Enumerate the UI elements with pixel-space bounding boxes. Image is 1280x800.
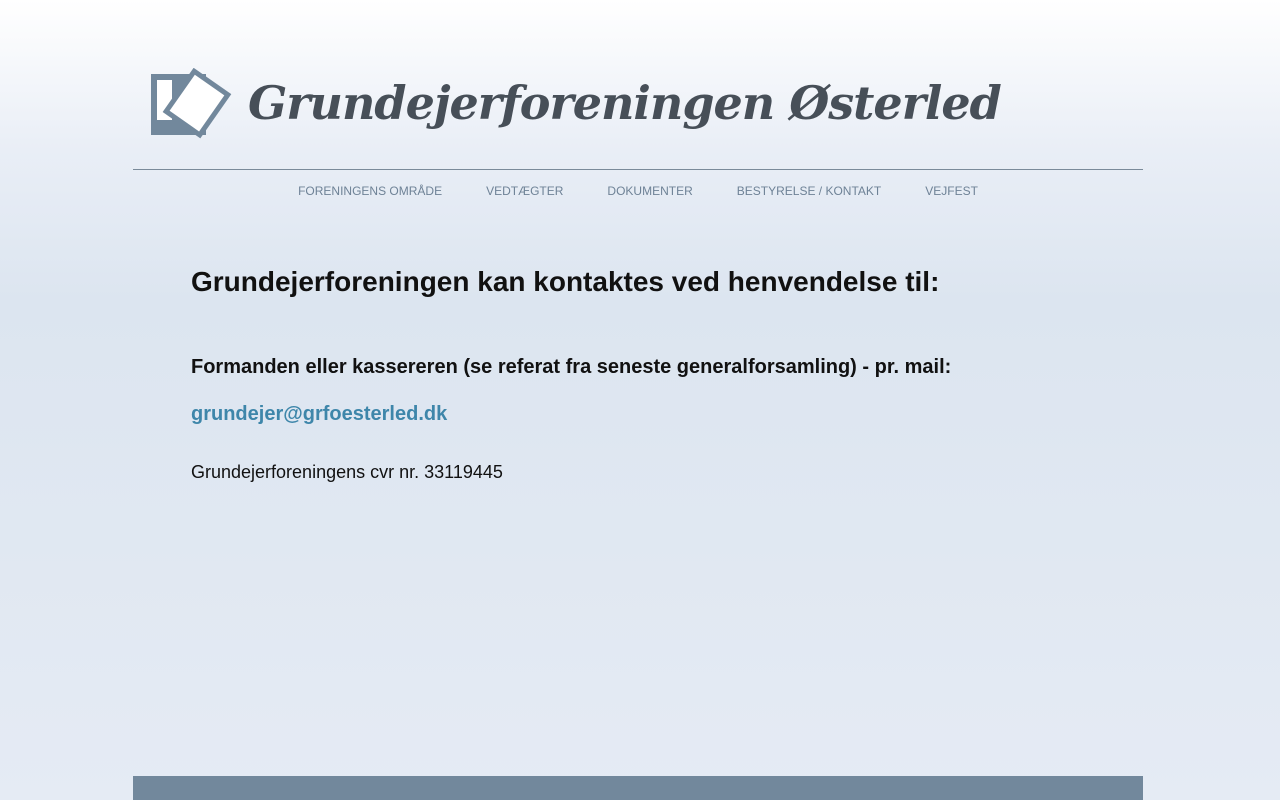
email-link[interactable]: grundejer@grfoesterled.dk [191,403,1091,426]
nav-dokumenter[interactable]: DOKUMENTER [607,184,692,198]
nav-vedtaegter[interactable]: VEDTÆGTER [486,184,563,198]
main-content: Grundejerforeningen kan kontaktes ved he… [191,266,1091,483]
site-title[interactable]: Grundejerforeningen Østerled [248,76,1002,130]
nav-foreningens-omraade[interactable]: FORENINGENS OMRÅDE [298,184,442,198]
header-divider [133,169,1143,170]
main-nav: FORENINGENS OMRÅDE VEDTÆGTER DOKUMENTER … [0,184,1276,198]
contact-subheading: Formanden eller kassereren (se referat f… [191,356,952,378]
nav-vejfest[interactable]: VEJFEST [925,184,978,198]
page-heading: Grundejerforeningen kan kontaktes ved he… [191,266,940,297]
cvr-text: Grundejerforeningens cvr nr. 33119445 [191,462,503,482]
logo-icon [151,68,232,139]
nav-bestyrelse-kontakt[interactable]: BESTYRELSE / KONTAKT [737,184,881,198]
footer-bar [133,776,1143,800]
